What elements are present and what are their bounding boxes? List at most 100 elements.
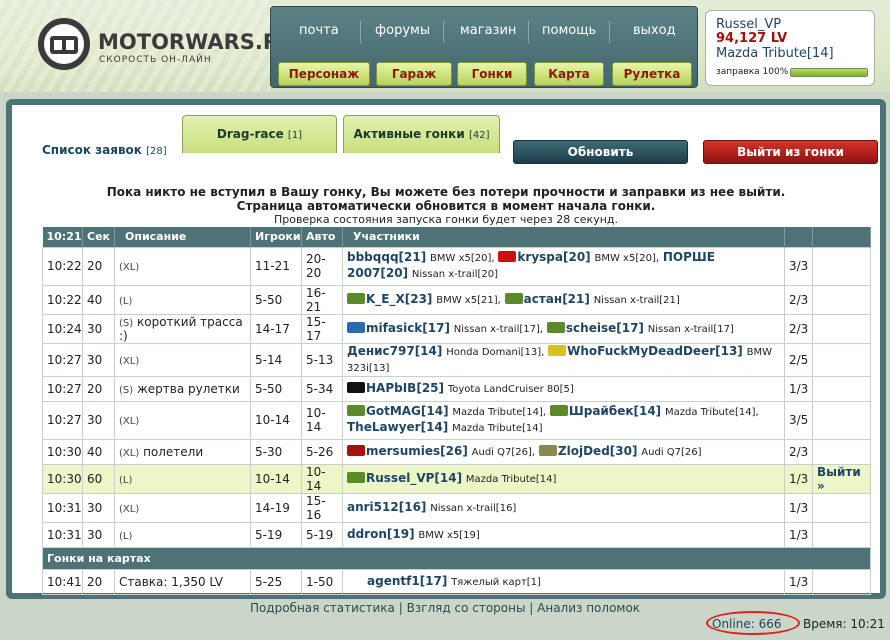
nav-exit[interactable]: выход [633, 23, 676, 38]
race-auto: 5-26 [301, 438, 343, 465]
participant-car[interactable]: Mazda Tribute[14] [452, 423, 542, 434]
nav-map-button[interactable]: Карта [534, 62, 604, 86]
fuel-label: заправка 100% [716, 67, 789, 77]
participant-car[interactable]: Mazda Tribute[14], [665, 407, 759, 418]
race-action [812, 313, 871, 344]
tab-drag-race[interactable]: Drag-race [1] [182, 115, 337, 153]
participant[interactable]: bbbqqq[21] BMW x5[20], [347, 250, 495, 264]
participant-car[interactable]: Тяжелый карт[1] [451, 577, 541, 588]
participant[interactable]: mersumies[26] Audi Q7[26], [347, 444, 535, 458]
participant[interactable]: anri512[16] Nissan x-trail[16] [347, 500, 516, 514]
participant-car[interactable]: Nissan x-trail[20] [412, 269, 498, 280]
participant-car[interactable]: Audi Q7[26], [472, 447, 535, 458]
logo-title[interactable]: MOTORWARS.RU [98, 30, 296, 54]
participant-name[interactable]: HAPbIB [366, 381, 416, 395]
race-auto: 10-14 [301, 400, 343, 440]
clan-icon [347, 471, 365, 483]
participant-name[interactable]: mersumies [366, 444, 440, 458]
fuel-bar-fill [791, 69, 867, 76]
participant-level: [30] [609, 443, 638, 458]
participant[interactable]: K_E_X[23] BMW x5[21], [347, 292, 501, 306]
nav-roulette-button[interactable]: Рулетка [612, 62, 692, 86]
user-car[interactable]: Mazda Tribute[14] [716, 46, 864, 61]
table-row[interactable]: 10:41 20 Ставка: 1,350 LV 5-25 1-50 agentf1[1… [42, 568, 871, 595]
race-action [812, 375, 871, 402]
nav-races-button[interactable]: Гонки [457, 62, 527, 86]
leave-race-link[interactable]: Выйти » [817, 465, 861, 493]
participant-car[interactable]: Honda Domani[13], [446, 347, 544, 358]
tab-active-races[interactable]: Активные гонки [42] [343, 115, 500, 153]
participant-name[interactable]: anri512 [347, 500, 399, 514]
participant-car[interactable]: Mazda Tribute[14], [452, 407, 546, 418]
participant[interactable]: mifasick[17] Nissan x-trail[17], [347, 321, 543, 335]
participant[interactable]: GotMAG[14] Mazda Tribute[14], [347, 404, 546, 418]
table-row[interactable]: 10:27 30 (XL) 10-14 10-14 GotMAG[14] Mazda T… [42, 400, 871, 440]
participant[interactable]: scheise[17] Nissan x-trail[17] [546, 321, 734, 335]
participant[interactable]: HAPbIB[25] Toyota LandCruiser 80[5] [347, 381, 574, 395]
participant-name[interactable]: ddron [347, 527, 387, 541]
participant-car[interactable]: BMW x5[19] [418, 530, 479, 541]
participant-name[interactable]: GotMAG [366, 404, 421, 418]
nav-shop[interactable]: магазин [460, 23, 516, 38]
table-row[interactable]: 10:27 30 (XL) 5-14 5-13 Денис797[14] Honda D… [42, 342, 871, 377]
nav-divider [360, 21, 361, 43]
table-row[interactable]: 10:22 20 (XL) 11-21 20-20 bbbqqq[21] BMW x5[… [42, 246, 871, 286]
participant-car[interactable]: Audi Q7[26] [641, 447, 701, 458]
participant-name[interactable]: K_E_X [366, 292, 405, 306]
participant[interactable]: Russel_VP[14] Mazda Tribute[14] [347, 471, 556, 485]
participant-car[interactable]: BMW x5[20], [430, 253, 495, 264]
table-row[interactable]: 10:31 30 (L) 5-19 5-19 ddron[19] BMW x5[19] … [42, 521, 871, 548]
table-row[interactable]: 10:27 20 (S) жертва рулетки 5-50 5-34 HAPbIB[… [42, 375, 871, 402]
participant[interactable]: Денис797[14] Honda Domani[13], [347, 344, 544, 358]
col-time: 10:21 [42, 227, 83, 247]
participant-car[interactable]: BMW x5[21], [436, 295, 501, 306]
table-row[interactable]: 10:24 30 (S) короткий трасса :) 14-17 15-17 m… [42, 313, 871, 344]
participant[interactable]: Шрайбек[14] Mazda Tribute[14], [549, 404, 759, 418]
participant-car[interactable]: Nissan x-trail[17] [648, 324, 734, 335]
race-time: 10:41 [42, 568, 83, 595]
participant-name[interactable]: bbbqqq [347, 250, 399, 264]
participant-car[interactable]: Nissan x-trail[17], [454, 324, 543, 335]
participant-car[interactable]: BMW x5[20], [594, 253, 659, 264]
participant[interactable]: TheLawyer[14] Mazda Tribute[14] [347, 420, 543, 434]
participant[interactable]: ZlojDed[30] Audi Q7[26] [538, 443, 702, 458]
participant-name[interactable]: Денис797 [347, 344, 415, 358]
participant-name[interactable]: Шрайбек [569, 404, 634, 418]
race-action [812, 492, 871, 523]
participant-car[interactable]: Mazda Tribute[14] [466, 474, 556, 485]
participant-name[interactable]: ZlojDed [558, 444, 610, 458]
table-row[interactable]: 10:22 40 (L) 5-50 16-21 K_E_X[23] BMW x5[21]… [42, 284, 871, 315]
race-description-text: короткий трасса :) [119, 314, 243, 343]
nav-garage-button[interactable]: Гараж [376, 62, 452, 86]
nav-mail[interactable]: почта [299, 23, 339, 38]
col-count [784, 227, 813, 247]
participant-name[interactable]: TheLawyer [347, 420, 421, 434]
user-name[interactable]: Russel_VP [716, 17, 864, 32]
participant-name[interactable]: kryspa [517, 250, 563, 264]
tab-applications[interactable]: Список заявок [28] [42, 143, 167, 157]
race-description: (L) [114, 284, 251, 315]
participant-name[interactable]: scheise [566, 321, 616, 335]
participant-car[interactable]: Nissan x-trail[21] [594, 295, 680, 306]
exit-race-button[interactable]: Выйти из гонки [703, 140, 878, 164]
participant[interactable]: астан[21] Nissan x-trail[21] [504, 292, 680, 306]
table-row[interactable]: 10:30 40 (XL) полетели 5-30 5-26 mersumies[26… [42, 438, 871, 465]
participant-car[interactable]: Toyota LandCruiser 80[5] [448, 384, 574, 395]
logo-icon[interactable] [38, 18, 90, 70]
participant-name[interactable]: mifasick [366, 321, 422, 335]
participant-car[interactable]: Nissan x-trail[16] [430, 503, 516, 514]
participant[interactable]: agentf1[17] Тяжелый карт[1] [367, 574, 541, 588]
participant-name[interactable]: WhoFuckMyDeadDeer [567, 344, 715, 358]
participant-name[interactable]: agentf1 [367, 574, 420, 588]
table-row[interactable]: 10:30 60 (L) 10-14 10-14 Russel_VP[14] Mazda… [42, 463, 871, 494]
table-row[interactable]: 10:31 30 (XL) 14-19 15-16 anri512[16] Nissan… [42, 492, 871, 523]
participant-name[interactable]: Russel_VP [366, 471, 434, 485]
participant[interactable]: ddron[19] BMW x5[19] [347, 527, 480, 541]
participant[interactable]: kryspa[20] BMW x5[20], [498, 250, 659, 264]
participant-name[interactable]: астан [524, 292, 563, 306]
refresh-button[interactable]: Обновить [513, 140, 688, 164]
nav-help[interactable]: помощь [542, 23, 596, 38]
nav-character-button[interactable]: Персонаж [278, 62, 370, 86]
participants-cell: Russel_VP[14] Mazda Tribute[14] [342, 463, 785, 494]
nav-forums[interactable]: форумы [375, 23, 430, 38]
